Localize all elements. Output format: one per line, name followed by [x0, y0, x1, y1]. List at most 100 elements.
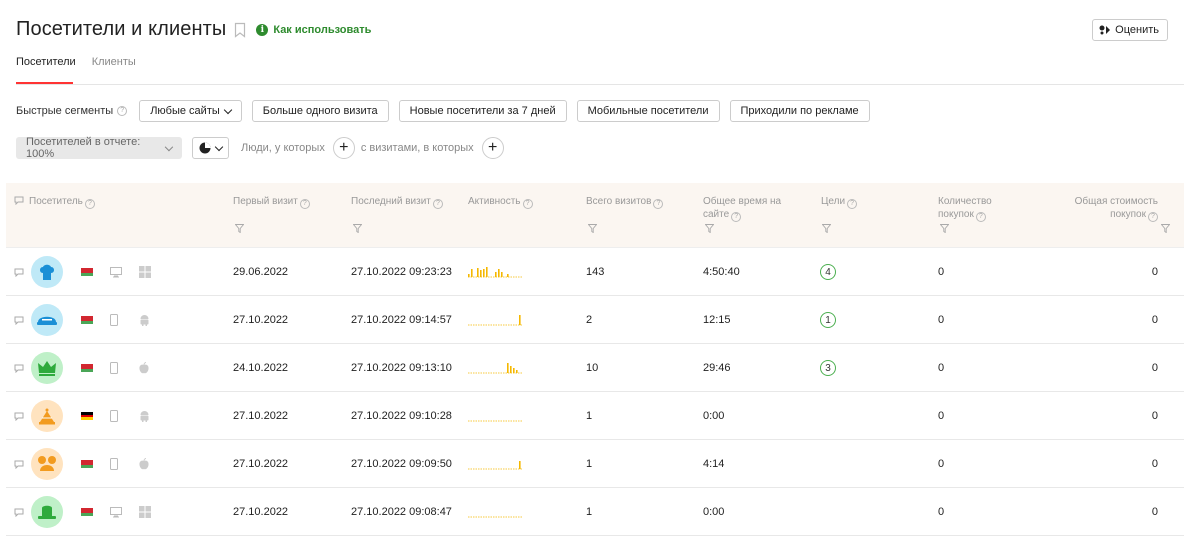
help-icon[interactable]: ?: [653, 199, 664, 209]
help-icon[interactable]: ?: [847, 199, 858, 209]
col-first-visit[interactable]: Первый визит?: [233, 195, 310, 209]
add-people-condition-button[interactable]: +: [332, 137, 355, 159]
activity-bar: [516, 370, 518, 373]
avatar[interactable]: [31, 496, 63, 528]
table-row[interactable]: 29.06.2022 27.10.2022 09:23:23 143 4:50:…: [6, 248, 1184, 296]
help-icon[interactable]: ?: [522, 199, 533, 209]
avatar[interactable]: [31, 448, 63, 480]
first-visit-cell: 29.06.2022: [233, 266, 289, 278]
goal-badge[interactable]: 4: [820, 264, 836, 280]
avatar[interactable]: [31, 400, 63, 432]
activity-bar: [471, 269, 473, 277]
sites-dropdown[interactable]: Любые сайты: [139, 100, 242, 122]
comment-cell[interactable]: [14, 248, 24, 296]
col-purchases-label-1: Количество: [938, 196, 992, 207]
avatar-cell[interactable]: [31, 344, 63, 392]
tabs: Посетители Клиенты: [16, 56, 152, 80]
comment-cell[interactable]: [14, 296, 24, 344]
avatar[interactable]: [31, 256, 63, 288]
col-total-visits-label: Всего визитов: [586, 196, 652, 207]
help-icon[interactable]: ?: [975, 212, 986, 222]
col-activity[interactable]: Активность?: [468, 195, 533, 209]
chart-type-dropdown[interactable]: [192, 137, 229, 159]
activity-bar: [519, 315, 521, 325]
os-cell: [139, 440, 149, 488]
filters-bar: Посетителей в отчете: 100% Люди, у котор…: [16, 136, 504, 160]
filter-icon[interactable]: [940, 224, 949, 233]
goal-badge[interactable]: 1: [820, 312, 836, 328]
col-visitor[interactable]: Посетитель?: [14, 195, 95, 209]
segment-button-ads[interactable]: Приходили по рекламе: [729, 100, 870, 122]
avatar-cell[interactable]: [31, 440, 63, 488]
col-activity-label: Активность: [468, 196, 521, 207]
add-visit-condition-button[interactable]: +: [481, 137, 504, 159]
comment-cell[interactable]: [14, 392, 24, 440]
filter-icon[interactable]: [1161, 224, 1170, 233]
howto-label: Как использовать: [273, 23, 372, 36]
filter-icon[interactable]: [822, 224, 831, 233]
table-row[interactable]: 27.10.2022 27.10.2022 09:09:50 1 4:14 0 …: [6, 440, 1184, 488]
avatar[interactable]: [31, 352, 63, 384]
activity-bar: [480, 270, 482, 277]
device-cell: [110, 248, 122, 296]
activity-bar: [507, 363, 509, 373]
activity-bar: [510, 366, 512, 373]
col-goals-label: Цели: [821, 196, 846, 207]
bookmark-icon[interactable]: [234, 22, 246, 38]
device-cell: [110, 392, 118, 440]
os-cell: [139, 392, 150, 440]
goal-badge[interactable]: 3: [820, 360, 836, 376]
filter-icon[interactable]: [353, 224, 362, 233]
apple-icon: [139, 362, 149, 374]
sampling-dropdown[interactable]: Посетителей в отчете: 100%: [16, 136, 182, 160]
chef-hat-icon: [40, 264, 54, 280]
col-total-time[interactable]: Общее время на сайте?: [703, 195, 781, 222]
time-cell: 29:46: [703, 362, 731, 374]
people-condition-label: Люди, у которых: [241, 142, 325, 154]
comment-cell[interactable]: [14, 344, 24, 392]
comment-cell[interactable]: [14, 440, 24, 488]
segment-button-new-visitors[interactable]: Новые посетители за 7 дней: [398, 100, 567, 122]
avatar-cell[interactable]: [31, 248, 63, 296]
filter-icon[interactable]: [588, 224, 597, 233]
flag-germany-icon: [81, 412, 93, 421]
comment-cell[interactable]: [14, 488, 24, 536]
table-row[interactable]: 24.10.2022 27.10.2022 09:13:10 10 29:46 …: [6, 344, 1184, 392]
segment-button-mobile[interactable]: Мобильные посетители: [576, 100, 720, 122]
avatar-cell[interactable]: [31, 488, 63, 536]
activity-bar: [495, 272, 497, 277]
comment-icon: [14, 316, 24, 325]
mobile-icon: [110, 410, 118, 422]
help-icon[interactable]: ?: [432, 199, 443, 209]
help-icon[interactable]: ?: [84, 199, 95, 209]
flag-cell: [81, 248, 93, 296]
sampling-label: Посетителей в отчете: 100%: [26, 136, 141, 160]
tab-clients[interactable]: Клиенты: [92, 56, 136, 80]
help-icon[interactable]: ?: [731, 212, 742, 222]
tab-visitors[interactable]: Посетители: [16, 56, 76, 80]
col-last-visit[interactable]: Последний визит?: [351, 195, 443, 209]
rate-button[interactable]: Оценить: [1092, 19, 1168, 41]
table-row[interactable]: 27.10.2022 27.10.2022 09:10:28 1 0:00 0 …: [6, 392, 1184, 440]
filter-icon[interactable]: [705, 224, 714, 233]
visits-cell: 2: [586, 314, 593, 326]
quick-segments: Быстрые сегменты ? Любые сайты Больше од…: [16, 100, 870, 122]
help-icon[interactable]: ?: [117, 106, 128, 116]
last-visit-cell: 27.10.2022 09:13:10: [351, 362, 452, 374]
col-total-visits[interactable]: Всего визитов?: [586, 195, 664, 209]
help-icon[interactable]: ?: [299, 199, 310, 209]
filter-icon[interactable]: [235, 224, 244, 233]
avatar-cell[interactable]: [31, 392, 63, 440]
segment-button-multi-visit[interactable]: Больше одного визита: [251, 100, 389, 122]
table-row[interactable]: 27.10.2022 27.10.2022 09:08:47 1 0:00 0 …: [6, 488, 1184, 536]
cost-cell: 0: [1151, 410, 1158, 422]
avatar[interactable]: [31, 304, 63, 336]
avatar-cell[interactable]: [31, 296, 63, 344]
col-goals[interactable]: Цели?: [821, 195, 858, 209]
col-cost[interactable]: Общая стоимость покупок?: [1075, 195, 1158, 222]
howto-link[interactable]: i Как использовать: [256, 23, 372, 36]
help-icon[interactable]: ?: [1148, 212, 1158, 222]
table-row[interactable]: 27.10.2022 27.10.2022 09:14:57 2 12:15 1…: [6, 296, 1184, 344]
col-purchases[interactable]: Количество покупок?: [938, 195, 992, 222]
android-icon: [140, 315, 149, 326]
